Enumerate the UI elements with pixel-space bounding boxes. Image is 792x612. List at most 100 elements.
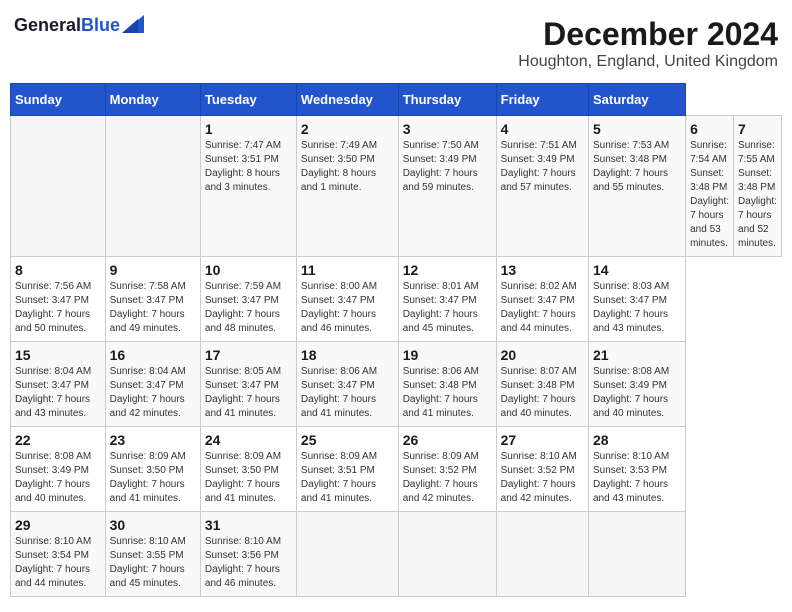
calendar-cell: 2 Sunrise: 7:49 AMSunset: 3:50 PMDaylight… — [296, 116, 398, 257]
calendar-cell: 25 Sunrise: 8:09 AMSunset: 3:51 PMDayligh… — [296, 427, 398, 512]
calendar-cell: 16 Sunrise: 8:04 AMSunset: 3:47 PMDayligh… — [105, 342, 200, 427]
day-number: 1 — [205, 121, 292, 137]
calendar-cell: 8 Sunrise: 7:56 AMSunset: 3:47 PMDaylight… — [11, 257, 106, 342]
day-number: 2 — [301, 121, 394, 137]
day-info: Sunrise: 8:05 AMSunset: 3:47 PMDaylight:… — [205, 366, 281, 419]
calendar-cell: 18 Sunrise: 8:06 AMSunset: 3:47 PMDayligh… — [296, 342, 398, 427]
day-number: 13 — [501, 262, 584, 278]
subtitle: Houghton, England, United Kingdom — [518, 53, 778, 71]
day-number: 22 — [15, 432, 101, 448]
day-info: Sunrise: 8:10 AMSunset: 3:53 PMDaylight:… — [593, 451, 669, 504]
calendar-cell — [496, 512, 588, 597]
calendar-cell: 9 Sunrise: 7:58 AMSunset: 3:47 PMDaylight… — [105, 257, 200, 342]
calendar-cell: 31 Sunrise: 8:10 AMSunset: 3:56 PMDayligh… — [200, 512, 296, 597]
calendar-body: 1 Sunrise: 7:47 AMSunset: 3:51 PMDaylight… — [11, 116, 782, 597]
day-of-week-header: Saturday — [589, 84, 686, 116]
calendar-cell: 14 Sunrise: 8:03 AMSunset: 3:47 PMDayligh… — [589, 257, 686, 342]
day-number: 18 — [301, 347, 394, 363]
day-info: Sunrise: 7:56 AMSunset: 3:47 PMDaylight:… — [15, 281, 91, 334]
day-info: Sunrise: 8:10 AMSunset: 3:55 PMDaylight:… — [110, 536, 186, 589]
calendar-week-row: 29Sunrise: 8:10 AMSunset: 3:54 PMDayligh… — [11, 512, 782, 597]
calendar-table: SundayMondayTuesdayWednesdayThursdayFrid… — [10, 83, 782, 597]
day-info: Sunrise: 8:04 AMSunset: 3:47 PMDaylight:… — [110, 366, 186, 419]
day-number: 30 — [110, 517, 196, 533]
day-of-week-header: Monday — [105, 84, 200, 116]
calendar-cell: 19 Sunrise: 8:06 AMSunset: 3:48 PMDayligh… — [398, 342, 496, 427]
day-number: 6 — [690, 121, 729, 137]
day-info: Sunrise: 8:06 AMSunset: 3:47 PMDaylight:… — [301, 366, 377, 419]
calendar-header: SundayMondayTuesdayWednesdayThursdayFrid… — [11, 84, 782, 116]
day-number: 16 — [110, 347, 196, 363]
logo-text: GeneralBlue — [14, 16, 120, 36]
calendar-week-row: 1 Sunrise: 7:47 AMSunset: 3:51 PMDaylight… — [11, 116, 782, 257]
day-of-week-header: Wednesday — [296, 84, 398, 116]
day-info: Sunrise: 7:47 AMSunset: 3:51 PMDaylight:… — [205, 140, 281, 193]
calendar-cell: 7 Sunrise: 7:55 AMSunset: 3:48 PMDaylight… — [734, 116, 782, 257]
day-number: 3 — [403, 121, 492, 137]
day-info: Sunrise: 8:09 AMSunset: 3:50 PMDaylight:… — [110, 451, 186, 504]
calendar-cell: 26 Sunrise: 8:09 AMSunset: 3:52 PMDayligh… — [398, 427, 496, 512]
day-number: 27 — [501, 432, 584, 448]
day-info: Sunrise: 7:58 AMSunset: 3:47 PMDaylight:… — [110, 281, 186, 334]
day-info: Sunrise: 8:04 AMSunset: 3:47 PMDaylight:… — [15, 366, 91, 419]
logo-icon — [122, 15, 144, 33]
main-title: December 2024 — [518, 16, 778, 53]
day-info: Sunrise: 7:51 AMSunset: 3:49 PMDaylight:… — [501, 140, 577, 193]
logo: GeneralBlue — [14, 16, 144, 36]
day-of-week-header: Friday — [496, 84, 588, 116]
calendar-cell: 28 Sunrise: 8:10 AMSunset: 3:53 PMDayligh… — [589, 427, 686, 512]
calendar-cell: 4Sunrise: 7:51 AMSunset: 3:49 PMDaylight… — [496, 116, 588, 257]
calendar-cell: 23 Sunrise: 8:09 AMSunset: 3:50 PMDayligh… — [105, 427, 200, 512]
empty-cell — [105, 116, 200, 257]
day-number: 8 — [15, 262, 101, 278]
calendar-cell: 11 Sunrise: 8:00 AMSunset: 3:47 PMDayligh… — [296, 257, 398, 342]
day-info: Sunrise: 8:01 AMSunset: 3:47 PMDaylight:… — [403, 281, 479, 334]
calendar-cell: 22Sunrise: 8:08 AMSunset: 3:49 PMDayligh… — [11, 427, 106, 512]
calendar-cell: 20Sunrise: 8:07 AMSunset: 3:48 PMDayligh… — [496, 342, 588, 427]
day-number: 11 — [301, 262, 394, 278]
day-info: Sunrise: 8:03 AMSunset: 3:47 PMDaylight:… — [593, 281, 669, 334]
day-info: Sunrise: 8:08 AMSunset: 3:49 PMDaylight:… — [593, 366, 669, 419]
calendar-week-row: 8 Sunrise: 7:56 AMSunset: 3:47 PMDaylight… — [11, 257, 782, 342]
day-info: Sunrise: 8:10 AMSunset: 3:52 PMDaylight:… — [501, 451, 577, 504]
day-info: Sunrise: 7:53 AMSunset: 3:48 PMDaylight:… — [593, 140, 669, 193]
day-number: 31 — [205, 517, 292, 533]
day-number: 14 — [593, 262, 681, 278]
day-info: Sunrise: 8:09 AMSunset: 3:50 PMDaylight:… — [205, 451, 281, 504]
day-info: Sunrise: 7:59 AMSunset: 3:47 PMDaylight:… — [205, 281, 281, 334]
day-of-week-header: Thursday — [398, 84, 496, 116]
calendar-cell: 30 Sunrise: 8:10 AMSunset: 3:55 PMDayligh… — [105, 512, 200, 597]
calendar-cell: 10 Sunrise: 7:59 AMSunset: 3:47 PMDayligh… — [200, 257, 296, 342]
day-number: 9 — [110, 262, 196, 278]
day-info: Sunrise: 8:10 AMSunset: 3:56 PMDaylight:… — [205, 536, 281, 589]
page-header: GeneralBlue December 2024 Houghton, Engl… — [10, 10, 782, 77]
day-info: Sunrise: 7:55 AMSunset: 3:48 PMDaylight:… — [738, 140, 777, 249]
day-of-week-header: Sunday — [11, 84, 106, 116]
day-number: 28 — [593, 432, 681, 448]
calendar-cell: 6 Sunrise: 7:54 AMSunset: 3:48 PMDaylight… — [686, 116, 734, 257]
day-info: Sunrise: 7:54 AMSunset: 3:48 PMDaylight:… — [690, 140, 729, 249]
day-info: Sunrise: 8:00 AMSunset: 3:47 PMDaylight:… — [301, 281, 377, 334]
calendar-cell: 12Sunrise: 8:01 AMSunset: 3:47 PMDayligh… — [398, 257, 496, 342]
day-number: 26 — [403, 432, 492, 448]
day-number: 29 — [15, 517, 101, 533]
day-info: Sunrise: 7:50 AMSunset: 3:49 PMDaylight:… — [403, 140, 479, 193]
day-info: Sunrise: 8:09 AMSunset: 3:52 PMDaylight:… — [403, 451, 479, 504]
day-number: 23 — [110, 432, 196, 448]
day-number: 7 — [738, 121, 777, 137]
calendar-cell: 24Sunrise: 8:09 AMSunset: 3:50 PMDayligh… — [200, 427, 296, 512]
day-info: Sunrise: 8:02 AMSunset: 3:47 PMDaylight:… — [501, 281, 577, 334]
day-info: Sunrise: 7:49 AMSunset: 3:50 PMDaylight:… — [301, 140, 377, 193]
day-info: Sunrise: 8:06 AMSunset: 3:48 PMDaylight:… — [403, 366, 479, 419]
day-number: 19 — [403, 347, 492, 363]
day-number: 5 — [593, 121, 681, 137]
calendar-cell: 1 Sunrise: 7:47 AMSunset: 3:51 PMDaylight… — [200, 116, 296, 257]
calendar-cell: 13 Sunrise: 8:02 AMSunset: 3:47 PMDayligh… — [496, 257, 588, 342]
empty-cell — [11, 116, 106, 257]
calendar-cell — [296, 512, 398, 597]
day-info: Sunrise: 8:07 AMSunset: 3:48 PMDaylight:… — [501, 366, 577, 419]
calendar-cell: 15Sunrise: 8:04 AMSunset: 3:47 PMDayligh… — [11, 342, 106, 427]
day-info: Sunrise: 8:09 AMSunset: 3:51 PMDaylight:… — [301, 451, 377, 504]
day-number: 10 — [205, 262, 292, 278]
day-number: 25 — [301, 432, 394, 448]
